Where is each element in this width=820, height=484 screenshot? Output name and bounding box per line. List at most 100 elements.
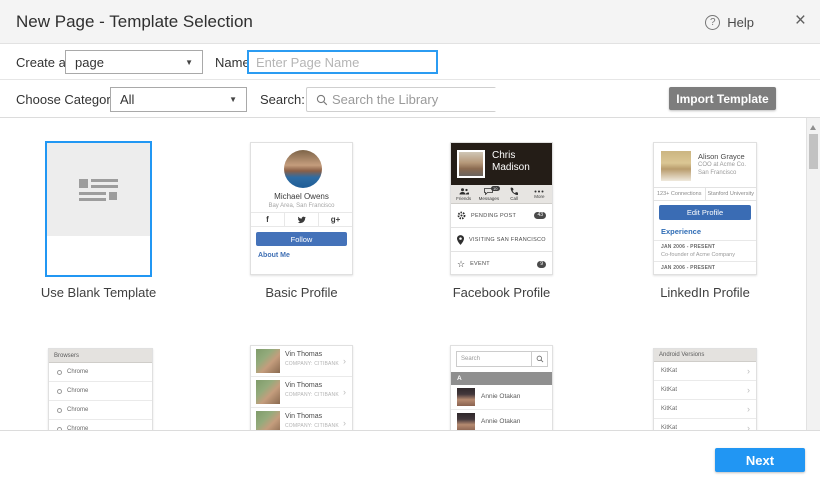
experience-role: Co-founder of Acme Company: [661, 252, 735, 258]
category-select[interactable]: All ▼: [110, 87, 247, 112]
dialog-header: New Page - Template Selection ? Help ×: [0, 0, 820, 44]
mini-search-placeholder: Search: [457, 352, 531, 366]
avatar: [457, 388, 475, 406]
avatar: [457, 150, 485, 178]
list-header: Browsers: [49, 349, 152, 363]
help-icon: ?: [705, 15, 720, 30]
help-button[interactable]: ? Help: [705, 0, 754, 44]
experience-heading: Experience: [661, 227, 701, 236]
template-card-linkedin-profile[interactable]: Alison Grayce COO at Acme Co. San Franci…: [653, 142, 757, 275]
list-item: Chrome: [49, 420, 152, 431]
template-card-browsers-list[interactable]: Browsers Chrome Chrome Chrome Chrome: [48, 348, 153, 431]
import-template-button[interactable]: Import Template: [669, 87, 776, 110]
call-nav: Call: [502, 185, 527, 203]
template-card-facebook-profile[interactable]: Chris Madison Friends Messages 10 Call: [450, 142, 553, 275]
template-selection-dialog: New Page - Template Selection ? Help × C…: [0, 0, 820, 484]
list-header: Android Versions: [654, 349, 756, 362]
section-header: A: [451, 372, 552, 385]
chevron-right-icon: ›: [343, 418, 346, 428]
google-plus-icon: g+: [319, 213, 352, 226]
location-pin-icon: [457, 235, 464, 245]
blank-placeholder-icon: [79, 179, 118, 201]
facebook-icon: f: [251, 213, 284, 226]
list-item: Annie Otakan: [451, 385, 552, 410]
template-label-blank: Use Blank Template: [30, 285, 167, 300]
avatar: [661, 151, 691, 181]
messages-badge: 10: [491, 186, 499, 191]
star-icon: ☆: [457, 260, 465, 269]
mini-search-box: Search: [456, 351, 548, 367]
profile-name: Michael Owens: [251, 192, 352, 201]
list-item: Annie Otakan: [451, 410, 552, 431]
template-label-linkedin-profile: LinkedIn Profile: [653, 285, 757, 300]
pending-post-badge: 43: [534, 212, 546, 219]
chevron-down-icon: ▼: [185, 58, 193, 67]
chevron-right-icon: ›: [747, 404, 750, 414]
help-label: Help: [727, 15, 754, 30]
template-card-android-versions[interactable]: Android Versions KitKat› KitKat› KitKat›…: [653, 348, 757, 431]
template-card-contacts-list[interactable]: Vin Thomas COMPANY: CITIBANK › Vin Thoma…: [250, 345, 353, 431]
facebook-cover: Chris Madison: [451, 143, 552, 185]
template-card-basic-profile[interactable]: Michael Owens Bay Area, San Francisco f …: [250, 142, 353, 275]
search-icon: [316, 94, 328, 106]
facebook-item-pending-post: PENDING POST 43: [451, 204, 552, 228]
twitter-icon: [284, 213, 319, 226]
dialog-title: New Page - Template Selection: [16, 0, 253, 44]
category-value: All: [120, 92, 134, 107]
gear-icon: [457, 211, 466, 220]
search-icon: [531, 352, 547, 366]
follow-button: Follow: [256, 232, 347, 246]
radio-icon: [57, 408, 62, 413]
page-name-input[interactable]: [247, 50, 438, 74]
profile-location: Bay Area, San Francisco: [251, 203, 352, 209]
divider: [654, 240, 756, 241]
connections-count: 123+ Connections: [654, 188, 706, 200]
more-icon: [534, 190, 544, 193]
blank-template-preview: [47, 143, 150, 236]
divider: [654, 261, 756, 262]
create-type-value: page: [75, 55, 104, 70]
close-icon[interactable]: ×: [795, 0, 806, 42]
friends-nav: Friends: [451, 185, 476, 203]
facebook-nav-bar: Friends Messages 10 Call More: [451, 185, 552, 204]
dialog-footer: Next: [0, 431, 820, 484]
avatar: [256, 349, 280, 373]
scroll-up-icon[interactable]: [810, 125, 816, 130]
template-card-directory-list[interactable]: Search A Annie Otakan Annie Otakan: [450, 345, 553, 431]
chevron-right-icon: ›: [343, 387, 346, 397]
list-item: Vin Thomas COMPANY: CITIBANK ›: [251, 408, 352, 431]
template-card-blank[interactable]: [45, 141, 152, 277]
scrollbar-thumb[interactable]: [809, 134, 818, 169]
list-item: Chrome: [49, 382, 152, 401]
edit-profile-button: Edit Profile: [659, 205, 751, 220]
social-bar: f g+: [251, 212, 352, 227]
about-me-link: About Me: [258, 252, 290, 259]
profile-location: San Francisco: [698, 170, 736, 176]
list-item: Vin Thomas COMPANY: CITIBANK ›: [251, 346, 352, 377]
profile-name: Chris Madison: [492, 150, 548, 174]
facebook-item-visiting: VISITING SAN FRANCISCO: [451, 228, 552, 252]
filter-row: Choose Category: All ▼ Search: Import Te…: [0, 80, 820, 118]
chevron-right-icon: ›: [747, 423, 750, 431]
radio-icon: [57, 389, 62, 394]
next-button[interactable]: Next: [715, 448, 805, 472]
profile-name: Alison Grayce: [698, 152, 745, 161]
chevron-right-icon: ›: [747, 366, 750, 376]
profile-title: COO at Acme Co.: [698, 162, 746, 168]
create-type-select[interactable]: page ▼: [65, 50, 203, 74]
scrollbar[interactable]: [806, 118, 820, 431]
experience-date: JAN 2006 - PRESENT: [661, 265, 715, 271]
radio-icon: [57, 370, 62, 375]
avatar: [457, 413, 475, 431]
library-search-input[interactable]: [328, 88, 512, 111]
avatar: [256, 380, 280, 404]
chevron-down-icon: ▼: [229, 95, 237, 104]
list-item: KitKat›: [654, 362, 756, 381]
chevron-right-icon: ›: [343, 356, 346, 366]
school-name: Stanford University: [706, 188, 757, 200]
call-icon: [510, 187, 518, 195]
avatar: [284, 150, 322, 188]
category-label: Choose Category:: [16, 92, 121, 107]
experience-date: JAN 2006 - PRESENT: [661, 244, 715, 250]
template-label-basic-profile: Basic Profile: [250, 285, 353, 300]
